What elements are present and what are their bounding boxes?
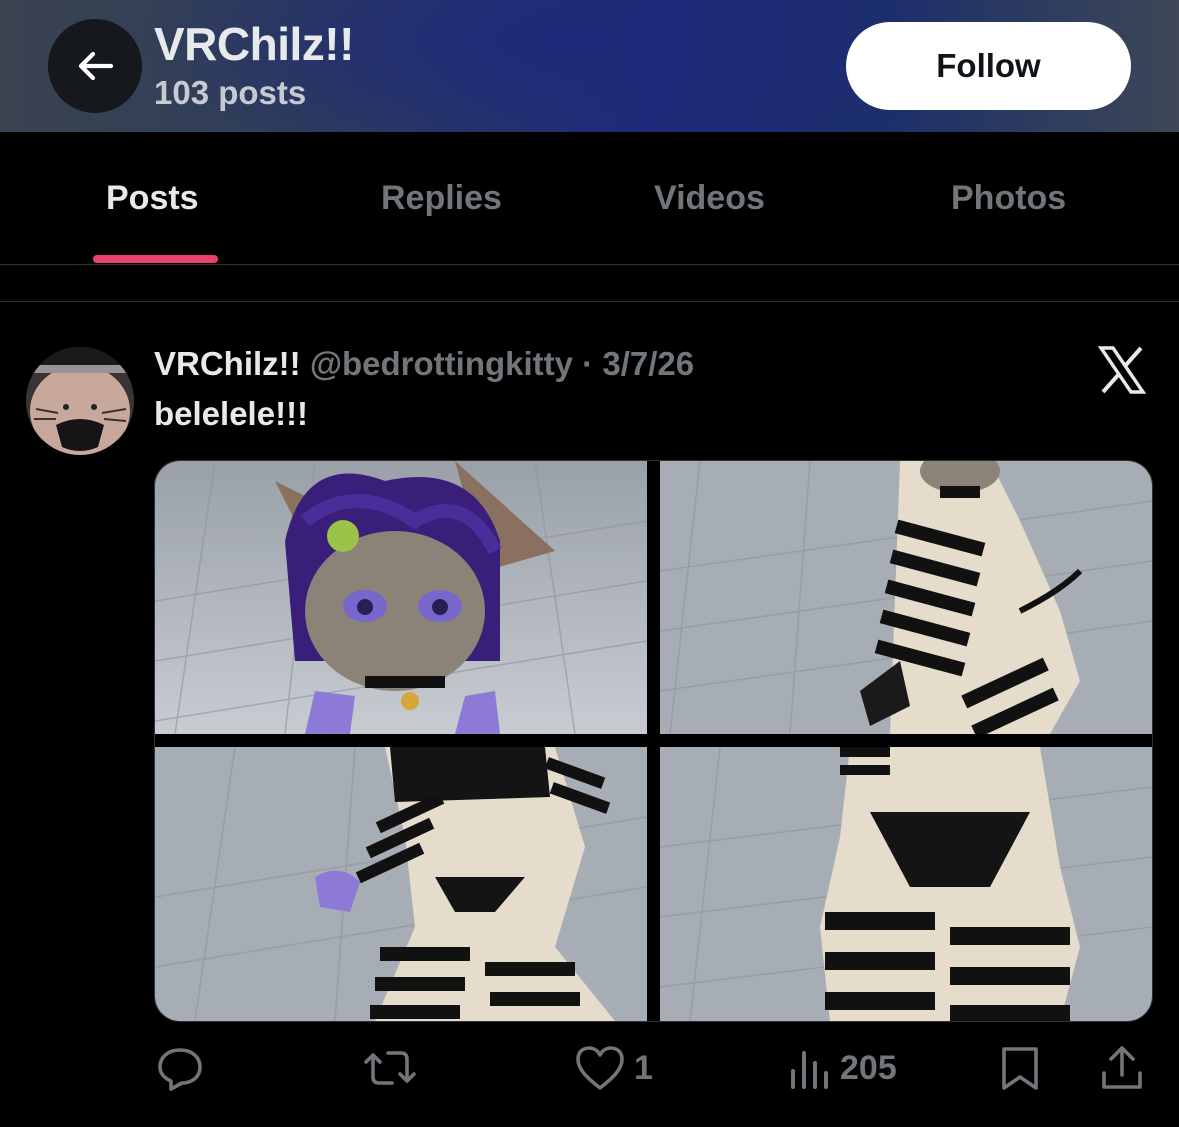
bookmark-icon xyxy=(1002,1047,1038,1090)
media-image-3[interactable] xyxy=(155,747,647,1021)
post-author-name[interactable]: VRChilz!! xyxy=(154,345,301,382)
tab-posts[interactable]: Posts xyxy=(106,176,199,220)
tab-photos[interactable]: Photos xyxy=(951,176,1066,220)
arrow-left-icon xyxy=(78,51,114,81)
media-image-1[interactable] xyxy=(155,461,647,734)
avatar-image xyxy=(26,347,134,455)
x-logo-icon[interactable] xyxy=(1098,345,1146,395)
heart-icon xyxy=(576,1046,624,1090)
repost-button[interactable] xyxy=(362,1038,426,1098)
reply-icon xyxy=(158,1048,202,1091)
share-button[interactable] xyxy=(1098,1038,1146,1098)
follow-button[interactable]: Follow xyxy=(846,22,1131,110)
views-chart-icon xyxy=(791,1051,828,1089)
post-action-bar: 1 205 xyxy=(0,1038,1179,1098)
divider xyxy=(0,301,1179,302)
media-image-4[interactable] xyxy=(660,747,1152,1021)
like-button[interactable]: 1 xyxy=(574,1038,653,1098)
media-image-2[interactable] xyxy=(660,461,1152,734)
meta-separator: · xyxy=(582,345,594,382)
back-button[interactable] xyxy=(48,19,142,113)
post-handle[interactable]: @bedrottingkitty xyxy=(310,345,573,382)
tab-replies[interactable]: Replies xyxy=(381,176,502,220)
profile-header: VRChilz!! 103 posts Follow xyxy=(0,0,1179,132)
post-count: 103 posts xyxy=(154,74,307,111)
bookmark-button[interactable] xyxy=(998,1038,1042,1098)
post-text: belelele!!! xyxy=(154,395,309,432)
post-media-grid xyxy=(154,460,1153,1022)
like-count: 1 xyxy=(634,1048,653,1087)
profile-name: VRChilz!! xyxy=(154,18,354,70)
profile-tabs: Posts Replies Videos Photos xyxy=(0,132,1179,264)
tab-videos[interactable]: Videos xyxy=(654,176,765,220)
post-header: VRChilz!! @bedrottingkitty · 3/7/26 xyxy=(154,342,694,386)
views-button[interactable]: 205 xyxy=(788,1038,897,1098)
post-date[interactable]: 3/7/26 xyxy=(602,345,694,382)
reply-button[interactable] xyxy=(155,1038,213,1098)
active-tab-indicator xyxy=(93,255,218,263)
divider xyxy=(0,264,1179,265)
avatar[interactable] xyxy=(26,347,134,455)
repost-icon xyxy=(364,1051,416,1085)
share-icon xyxy=(1102,1046,1142,1089)
view-count: 205 xyxy=(840,1048,897,1087)
